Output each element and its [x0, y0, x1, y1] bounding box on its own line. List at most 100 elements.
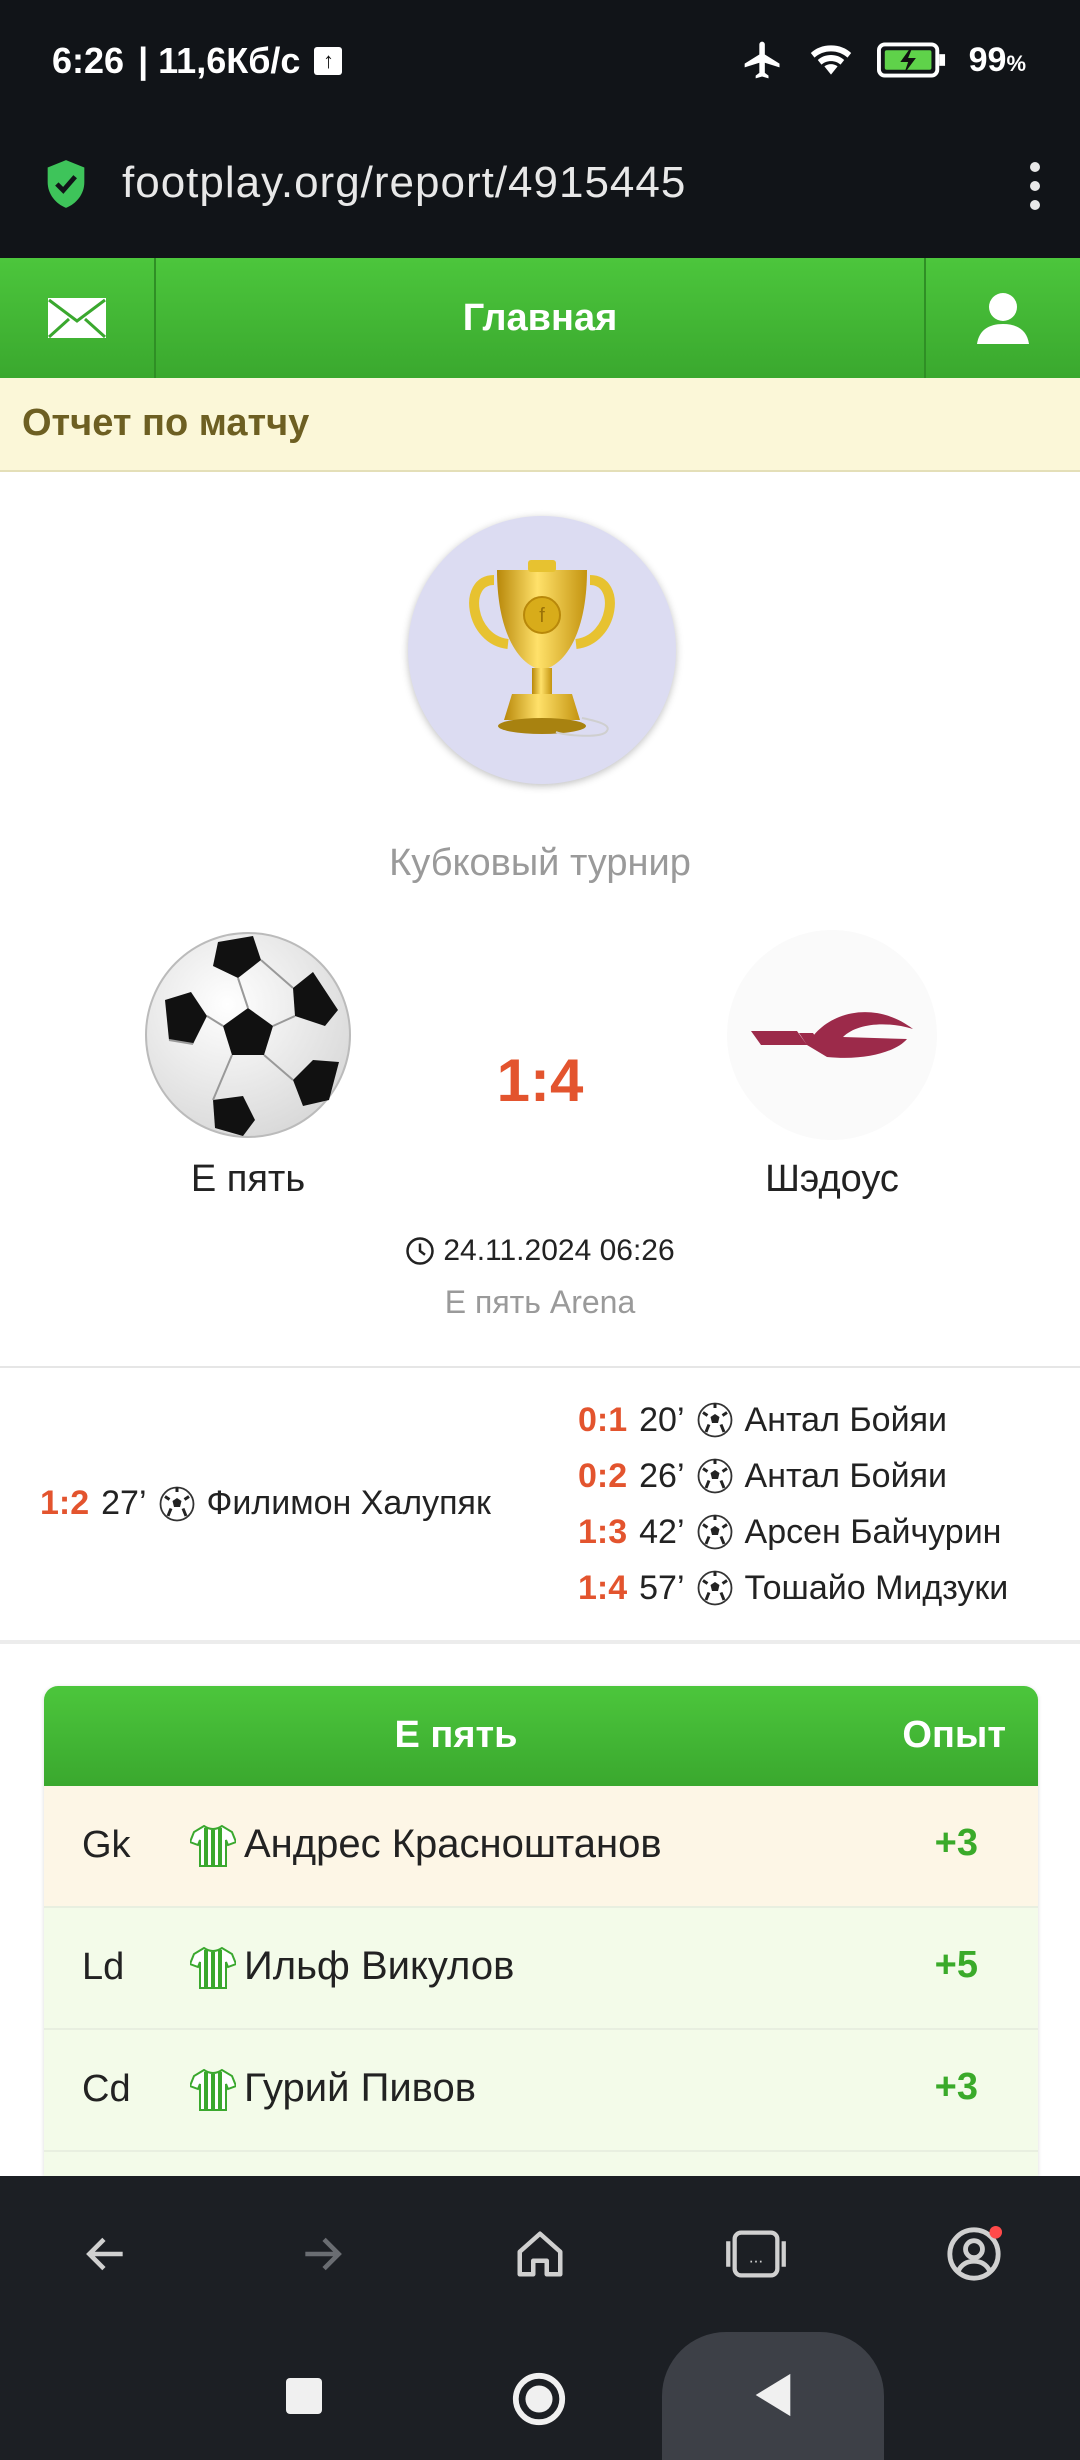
jersey-icon [190, 1824, 236, 1867]
user-icon [977, 293, 1029, 344]
goal-score: 0:1 [578, 1400, 628, 1439]
svg-text:f: f [539, 605, 545, 627]
divider [0, 1640, 1080, 1644]
browser-url-bar: footplay.org/report/4915445 [0, 130, 1080, 258]
player-exp: +5 [934, 1944, 978, 1986]
page-title: Отчет по матчу [22, 402, 310, 444]
forward-button[interactable] [282, 2214, 362, 2294]
player-name[interactable]: Андрес Красноштанов [244, 1822, 662, 1867]
soccer-ball-icon [697, 1402, 732, 1438]
trophy-icon: f [469, 560, 615, 737]
table-header-team: Е пять [394, 1714, 518, 1756]
players-table: Е пять Опыт Gk Андрес Красноштанов +3 Ld… [44, 1686, 1038, 2176]
goal-score: 0:2 [578, 1456, 628, 1495]
away-goal-row: 1:4 57’ Тошайо Мидзуки [578, 1560, 1008, 1616]
table-row[interactable]: Cd Гурий Пивов +3 [44, 2030, 1038, 2152]
mail-button[interactable] [0, 258, 156, 378]
goal-player[interactable]: Арсен Байчурин [745, 1513, 1002, 1552]
tournament-name: Кубковый турнир [389, 842, 691, 884]
player-exp: +3 [934, 1822, 978, 1864]
away-goal-row: 0:1 20’ Антал Бойяи [578, 1392, 1008, 1448]
account-button[interactable] [934, 2214, 1014, 2294]
url-field[interactable]: footplay.org/report/4915445 [122, 158, 686, 208]
home-team-name[interactable]: Е пять [110, 1158, 386, 1201]
away-emblem-icon [751, 1012, 913, 1058]
clock-icon [406, 1237, 435, 1265]
upload-icon: ↑ [314, 47, 343, 75]
goal-minute: 20’ [639, 1400, 685, 1439]
home-button[interactable] [500, 2214, 580, 2294]
goal-player[interactable]: Филимон Халупяк [207, 1484, 491, 1523]
soccer-ball-icon [159, 1486, 194, 1521]
airplane-icon [744, 41, 780, 79]
jersey-icon [190, 2068, 236, 2111]
table-header-exp: Опыт [902, 1714, 1006, 1756]
table-row[interactable] [44, 2152, 1038, 2176]
goal-score: 1:4 [578, 1568, 628, 1607]
table-row[interactable]: Ld Ильф Викулов +5 [44, 1908, 1038, 2030]
goal-player[interactable]: Антал Бойяи [745, 1457, 947, 1496]
triangle-back-icon [755, 2373, 791, 2417]
envelope-icon [47, 298, 107, 339]
player-position: Cd [82, 2068, 131, 2110]
tabs-icon: ... [726, 2230, 786, 2278]
status-left: 6:26 | 11,6Кб/с ↑ [52, 40, 343, 82]
soccer-ball-icon [697, 1570, 732, 1606]
away-goal-row: 0:2 26’ Антал Бойяи [578, 1448, 1008, 1504]
player-exp: +3 [934, 2066, 978, 2108]
square-icon [286, 2378, 322, 2414]
nav-home-link[interactable]: Главная [156, 258, 924, 378]
soccer-ball-icon [697, 1514, 732, 1550]
back-system-button[interactable] [748, 2370, 798, 2420]
battery-icon [876, 42, 945, 78]
player-position: Gk [82, 1824, 131, 1866]
back-button[interactable] [66, 2214, 146, 2294]
status-speed: | 11,6Кб/с [138, 40, 301, 81]
goal-minute: 42’ [639, 1512, 685, 1551]
tabs-button[interactable]: ... [716, 2214, 796, 2294]
home-icon [517, 2231, 563, 2277]
site-nav: Главная [0, 258, 1080, 378]
goal-player[interactable]: Антал Бойяи [745, 1401, 947, 1440]
away-goal-row: 1:3 42’ Арсен Байчурин [578, 1504, 1008, 1560]
goal-player[interactable]: Тошайо Мидзуки [745, 1569, 1009, 1608]
goals-list: 1:2 27’ Филимон Халупяк 0:1 20’ Антал Бо… [0, 1368, 1080, 1640]
away-team-logo[interactable] [727, 930, 937, 1140]
battery-level: 99% [968, 40, 1026, 79]
status-time: 6:26 [52, 40, 125, 81]
goal-minute: 26’ [639, 1456, 685, 1495]
secure-shield-icon[interactable] [44, 158, 88, 210]
home-system-button[interactable] [510, 2370, 568, 2428]
away-team[interactable]: Шэдоус [694, 930, 970, 1201]
profile-button[interactable] [924, 258, 1080, 378]
tournament-logo: f [408, 516, 676, 784]
soccer-ball-icon [697, 1458, 732, 1494]
goal-score: 1:2 [40, 1484, 90, 1522]
status-bar: 6:26 | 11,6Кб/с ↑ 99% [0, 0, 1080, 130]
table-row[interactable]: Gk Андрес Красноштанов +3 [44, 1786, 1038, 1908]
player-position: Ld [82, 1946, 125, 1988]
stadium-name: Е пять Arena [444, 1284, 636, 1320]
wifi-icon [810, 45, 851, 75]
recents-button[interactable] [282, 2374, 326, 2418]
table-header: Е пять Опыт [44, 1686, 1038, 1786]
circle-icon [512, 2372, 566, 2426]
player-name[interactable]: Ильф Викулов [244, 1944, 514, 1989]
home-goal-row: 1:2 27’ Филимон Халупяк [40, 1484, 491, 1523]
system-nav-bar [0, 2332, 1080, 2460]
player-name[interactable]: Гурий Пивов [244, 2066, 476, 2111]
account-icon [947, 2225, 1003, 2281]
svg-text:...: ... [749, 2248, 763, 2267]
goal-minute: 57’ [639, 1568, 685, 1607]
arrow-left-icon [86, 2237, 123, 2271]
browser-toolbar: ... [0, 2176, 1080, 2332]
away-team-name[interactable]: Шэдоус [694, 1158, 970, 1201]
away-goals: 0:1 20’ Антал Бойяи 0:2 26’ Антал Бойяи … [578, 1392, 1008, 1616]
jersey-icon [190, 1946, 236, 1989]
goal-score: 1:3 [578, 1512, 628, 1551]
arrow-right-icon [305, 2237, 342, 2271]
browser-menu-icon[interactable] [1020, 156, 1050, 216]
status-right: 99% [741, 38, 1026, 82]
goal-minute: 27’ [101, 1484, 147, 1522]
page-header: Отчет по матчу [0, 378, 1080, 472]
